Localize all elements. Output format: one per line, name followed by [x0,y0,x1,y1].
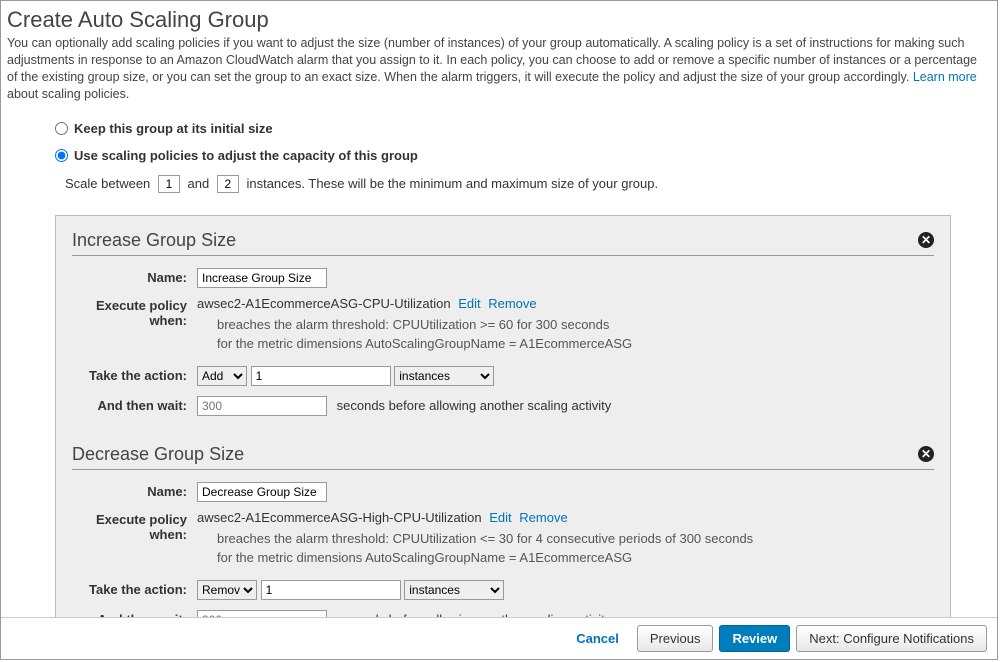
radio-keep-size-label: Keep this group at its initial size [74,121,273,136]
edit-link[interactable]: Edit [489,510,511,525]
learn-more-link[interactable]: Learn more [913,70,977,84]
remove-link[interactable]: Remove [519,510,567,525]
decrease-alarm-name: awsec2-A1EcommerceASG-High-CPU-Utilizati… [197,510,482,525]
increase-action-unit-select[interactable]: instances [394,366,494,386]
increase-detail-1: breaches the alarm threshold: CPUUtiliza… [217,315,934,335]
decrease-section: Decrease Group Size ✕ Name: Execute poli… [72,444,934,620]
wait-label: And then wait: [72,396,197,416]
edit-link[interactable]: Edit [458,296,480,311]
increase-alarm-name: awsec2-A1EcommerceASG-CPU-Utilization [197,296,451,311]
scale-pre: Scale between [65,176,154,191]
increase-section: Increase Group Size ✕ Name: Execute poli… [72,230,934,416]
increase-detail-2: for the metric dimensions AutoScalingGro… [217,334,934,354]
remove-link[interactable]: Remove [488,296,536,311]
close-icon[interactable]: ✕ [918,232,934,248]
desc-text: You can optionally add scaling policies … [7,36,977,84]
radio-use-policies-label: Use scaling policies to adjust the capac… [74,148,418,163]
name-label: Name: [72,482,197,502]
decrease-detail-1: breaches the alarm threshold: CPUUtiliza… [217,529,934,549]
next-button[interactable]: Next: Configure Notifications [796,625,987,652]
action-label: Take the action: [72,366,197,386]
scale-mid: and [188,176,213,191]
decrease-action-unit-select[interactable]: instances [404,580,504,600]
page-title: Create Auto Scaling Group [7,7,987,33]
scale-max-input[interactable] [217,175,239,193]
wizard-footer: Cancel Previous Review Next: Configure N… [1,617,997,659]
decrease-name-input[interactable] [197,482,327,502]
previous-button[interactable]: Previous [637,625,714,652]
execute-label: Execute policy when: [72,296,197,354]
decrease-action-num-input[interactable] [261,580,401,600]
execute-label: Execute policy when: [72,510,197,568]
close-icon[interactable]: ✕ [918,446,934,462]
decrease-detail-2: for the metric dimensions AutoScalingGro… [217,548,934,568]
main-scroll[interactable]: Create Auto Scaling Group You can option… [1,1,997,619]
decrease-action-op-select[interactable]: Remove [197,580,257,600]
page-description: You can optionally add scaling policies … [7,35,987,103]
name-label: Name: [72,268,197,288]
desc-text-post: about scaling policies. [7,87,129,101]
scale-post: instances. These will be the minimum and… [246,176,658,191]
increase-heading: Increase Group Size [72,230,236,251]
wait-suffix: seconds before allowing another scaling … [337,398,612,413]
increase-wait-input[interactable] [197,396,327,416]
scale-between-row: Scale between and instances. These will … [65,175,987,193]
cancel-button[interactable]: Cancel [564,626,631,651]
increase-action-num-input[interactable] [251,366,391,386]
decrease-heading: Decrease Group Size [72,444,244,465]
review-button[interactable]: Review [719,625,790,652]
increase-name-input[interactable] [197,268,327,288]
increase-action-op-select[interactable]: Add [197,366,247,386]
action-label: Take the action: [72,580,197,600]
radio-keep-size[interactable] [55,122,68,135]
scale-min-input[interactable] [158,175,180,193]
policies-panel: Increase Group Size ✕ Name: Execute poli… [55,215,951,620]
radio-use-policies[interactable] [55,149,68,162]
